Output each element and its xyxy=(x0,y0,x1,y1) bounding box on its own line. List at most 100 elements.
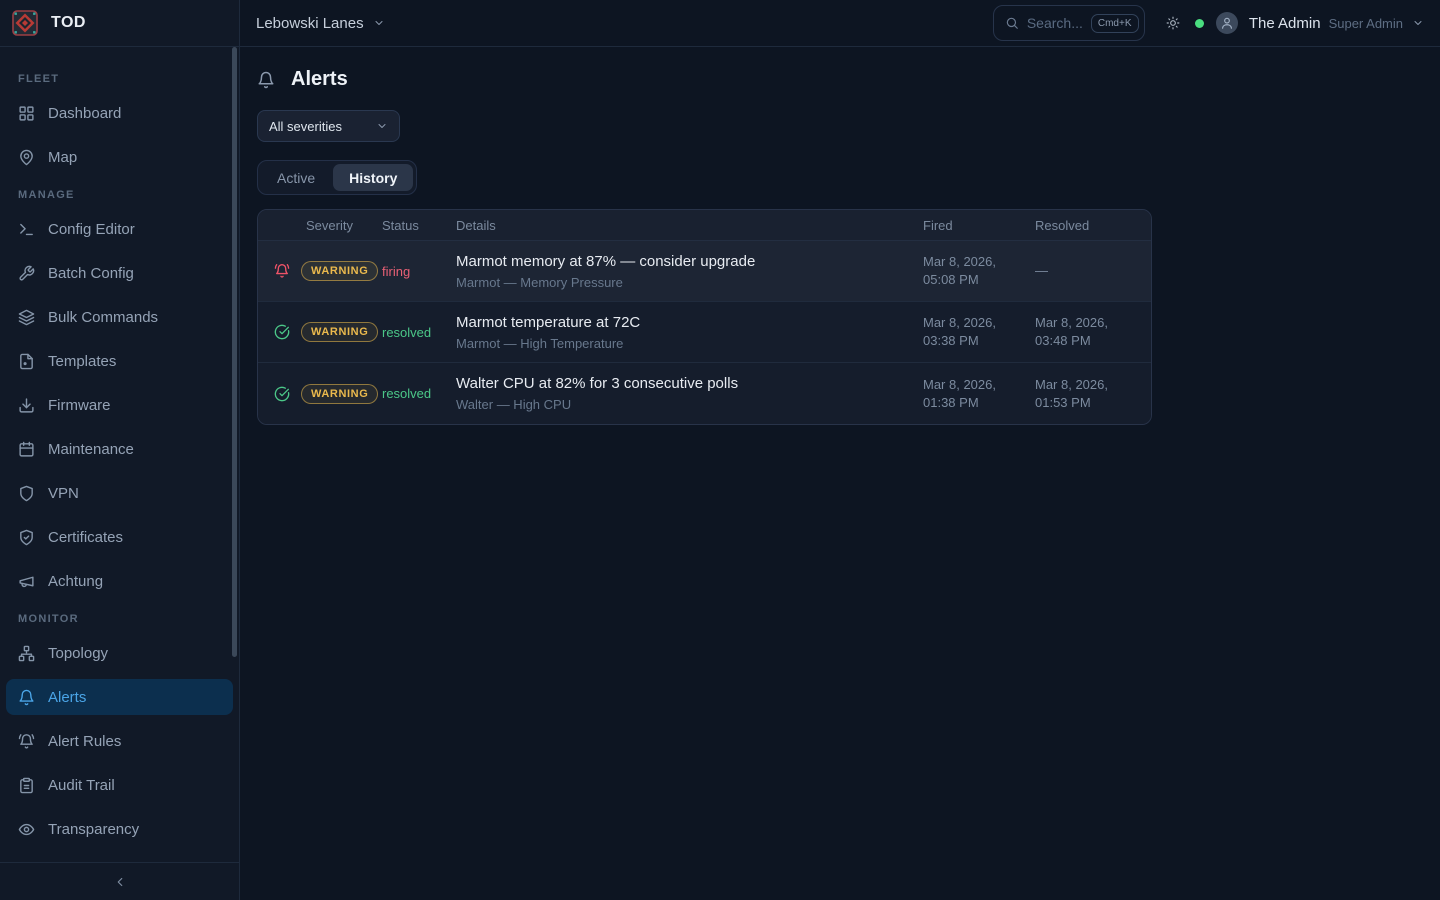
search-shortcut-badge: Cmd+K xyxy=(1091,14,1139,33)
sidebar-scrollbar[interactable] xyxy=(232,47,237,657)
sidebar-item-alerts[interactable]: Alerts xyxy=(6,679,233,715)
severity-cell: WARNING xyxy=(258,384,374,404)
app-root: TOD FLEET Dashboard Map MANAGE Config Editor… xyxy=(0,0,1440,900)
sidebar-nav: FLEET Dashboard Map MANAGE Config Editor Batc… xyxy=(0,47,239,862)
avatar[interactable] xyxy=(1216,12,1238,34)
status-text: resolved xyxy=(374,386,448,401)
nav-section-label: FLEET xyxy=(18,73,221,85)
alert-subtitle: Walter — High CPU xyxy=(456,397,907,412)
page-title-row: Alerts xyxy=(257,68,1424,91)
sidebar-collapse-button[interactable] xyxy=(0,862,239,900)
chevron-down-icon xyxy=(376,120,388,132)
user-role-badge: Super Admin xyxy=(1329,16,1403,31)
sidebar-item-dashboard[interactable]: Dashboard xyxy=(6,95,233,131)
bell-ring-icon xyxy=(18,733,35,750)
alert-title: Walter CPU at 82% for 3 consecutive poll… xyxy=(456,375,907,392)
column-header-status: Status xyxy=(374,218,448,233)
sidebar-item-label: Achtung xyxy=(48,573,103,590)
topology-icon xyxy=(18,645,35,662)
sidebar-item-label: Maintenance xyxy=(48,441,134,458)
severity-filter-value: All severities xyxy=(269,119,342,134)
sidebar-item-bulk-commands[interactable]: Bulk Commands xyxy=(6,299,233,335)
alert-row[interactable]: WARNINGresolvedMarmot temperature at 72C… xyxy=(258,302,1151,363)
shield-check-icon xyxy=(18,529,35,546)
sidebar-item-map[interactable]: Map xyxy=(6,139,233,175)
details-cell: Marmot temperature at 72CMarmot — High T… xyxy=(448,314,915,351)
user-menu-button[interactable] xyxy=(1412,17,1424,29)
sidebar-item-firmware[interactable]: Firmware xyxy=(6,387,233,423)
clipboard-icon xyxy=(18,777,35,794)
sidebar-item-label: Firmware xyxy=(48,397,111,414)
file-icon xyxy=(18,353,35,370)
alert-title: Marmot memory at 87% — consider upgrade xyxy=(456,253,907,270)
fired-time: Mar 8, 2026, 03:38 PM xyxy=(915,314,1027,349)
sidebar-item-label: Alert Rules xyxy=(48,733,121,750)
severity-cell: WARNING xyxy=(258,322,374,342)
sidebar-item-label: Bulk Commands xyxy=(48,309,158,326)
severity-cell: WARNING xyxy=(258,261,374,281)
fired-time: Mar 8, 2026, 05:08 PM xyxy=(915,253,1027,288)
sidebar-item-alert-rules[interactable]: Alert Rules xyxy=(6,723,233,759)
column-header-severity: Severity xyxy=(258,218,374,233)
sidebar-item-templates[interactable]: Templates xyxy=(6,343,233,379)
alert-subtitle: Marmot — High Temperature xyxy=(456,336,907,351)
details-cell: Marmot memory at 87% — consider upgrade M… xyxy=(448,253,915,290)
severity-badge: WARNING xyxy=(301,261,378,281)
sidebar-item-label: Map xyxy=(48,149,77,166)
sidebar-item-topology[interactable]: Topology xyxy=(6,635,233,671)
sidebar-item-label: Alerts xyxy=(48,689,86,706)
sidebar-item-label: Transparency xyxy=(48,821,139,838)
chevron-left-icon xyxy=(113,875,127,889)
status-text: firing xyxy=(374,264,448,279)
alerts-tab-group: Active History xyxy=(257,160,417,195)
status-text: resolved xyxy=(374,325,448,340)
sidebar-item-audit-trail[interactable]: Audit Trail xyxy=(6,767,233,803)
resolved-time: — xyxy=(1027,262,1151,280)
tab-active[interactable]: Active xyxy=(261,164,331,191)
sidebar-item-vpn[interactable]: VPN xyxy=(6,475,233,511)
user-name: The Admin xyxy=(1249,15,1321,32)
sidebar-item-maintenance[interactable]: Maintenance xyxy=(6,431,233,467)
sidebar-item-config-editor[interactable]: Config Editor xyxy=(6,211,233,247)
sidebar-item-label: Templates xyxy=(48,353,116,370)
resolved-time: Mar 8, 2026, 03:48 PM xyxy=(1027,314,1151,349)
org-switcher[interactable]: Lebowski Lanes xyxy=(256,15,385,32)
resolved-time: Mar 8, 2026, 01:53 PM xyxy=(1027,376,1151,411)
sidebar-item-transparency[interactable]: Transparency xyxy=(6,811,233,847)
chevron-down-icon xyxy=(1412,17,1424,29)
sidebar-item-batch-config[interactable]: Batch Config xyxy=(6,255,233,291)
brand-name: TOD xyxy=(51,14,86,32)
severity-badge: WARNING xyxy=(301,322,378,342)
sidebar-item-label: Audit Trail xyxy=(48,777,115,794)
eye-icon xyxy=(18,821,35,838)
alert-subtitle: Marmot — Memory Pressure xyxy=(456,275,907,290)
bell-ring-icon xyxy=(274,263,290,279)
shield-icon xyxy=(18,485,35,502)
severity-filter-select[interactable]: All severities xyxy=(257,110,400,142)
map-pin-icon xyxy=(18,149,35,166)
search-input[interactable]: Search... Cmd+K xyxy=(993,5,1145,41)
sidebar-item-achtung[interactable]: Achtung xyxy=(6,563,233,599)
dashboard-icon xyxy=(18,105,35,122)
megaphone-icon xyxy=(18,573,35,590)
alert-row[interactable]: WARNINGfiringMarmot memory at 87% — cons… xyxy=(258,241,1151,302)
bell-icon xyxy=(257,71,275,89)
bell-icon xyxy=(18,689,35,706)
search-placeholder: Search... xyxy=(1027,15,1083,31)
theme-toggle-button[interactable] xyxy=(1166,16,1180,30)
details-cell: Walter CPU at 82% for 3 consecutive poll… xyxy=(448,375,915,412)
page-title: Alerts xyxy=(291,68,348,91)
sidebar-item-certificates[interactable]: Certificates xyxy=(6,519,233,555)
column-header-fired: Fired xyxy=(915,218,1027,233)
column-header-resolved: Resolved xyxy=(1027,218,1151,233)
tab-history[interactable]: History xyxy=(333,164,413,191)
alert-row[interactable]: WARNINGresolved Walter CPU at 82% for 3 c… xyxy=(258,363,1151,424)
sidebar: TOD FLEET Dashboard Map MANAGE Config Editor… xyxy=(0,0,240,900)
sidebar-item-label: Dashboard xyxy=(48,105,121,122)
layers-icon xyxy=(18,309,35,326)
wrench-icon xyxy=(18,265,35,282)
sidebar-item-label: Config Editor xyxy=(48,221,135,238)
nav-section-label: MONITOR xyxy=(18,613,221,625)
sidebar-item-label: VPN xyxy=(48,485,79,502)
nav-section-label: MANAGE xyxy=(18,189,221,201)
